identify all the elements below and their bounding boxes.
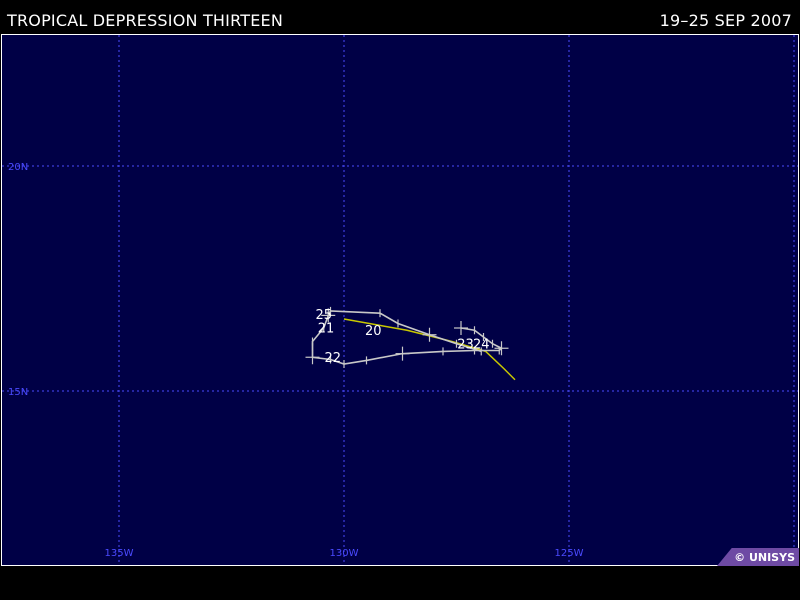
forecast-track-line [485, 350, 516, 381]
date-range: 19–25 SEP 2007 [659, 11, 792, 30]
track-day-label: 24 [473, 337, 490, 352]
lon-label: 130W [330, 548, 359, 559]
lon-label: 135W [105, 548, 134, 559]
lat-label: 15N [8, 387, 28, 398]
lat-label: 20N [8, 162, 28, 173]
track-day-label: 23 [457, 337, 474, 352]
storm-title: TROPICAL DEPRESSION THIRTEEN [7, 11, 283, 30]
track-map[interactable]: 135W130W125W120W20N15N202122232425 [2, 35, 798, 565]
track-day-label: 20 [365, 324, 382, 339]
map-panel: 135W130W125W120W20N15N202122232425 [1, 34, 799, 566]
track-day-label: 22 [324, 351, 341, 366]
lon-label: 125W [555, 548, 584, 559]
track-day-label: 21 [318, 322, 335, 337]
track-day-label: 25 [315, 308, 332, 323]
